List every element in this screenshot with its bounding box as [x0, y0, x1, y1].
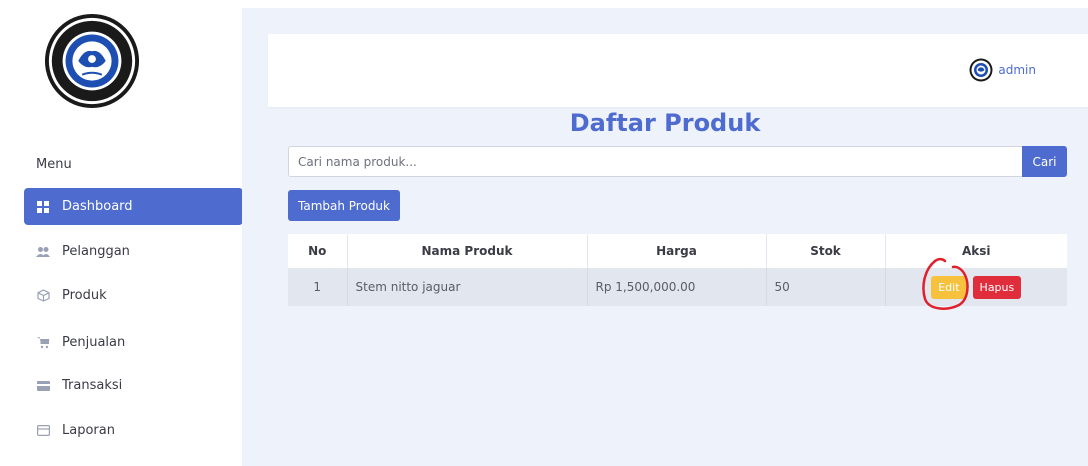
- cell-harga: Rp 1,500,000.00: [587, 268, 767, 306]
- table-row: 1 Stem nitto jaguar Rp 1,500,000.00 50 E…: [288, 268, 1067, 306]
- delete-button[interactable]: Hapus: [972, 275, 1022, 299]
- column-header-harga: Harga: [587, 234, 767, 268]
- sidebar-item-produk[interactable]: Produk: [24, 277, 243, 314]
- column-header-no: No: [288, 234, 348, 268]
- table-header-row: No Nama Produk Harga Stok Aksi: [288, 234, 1067, 268]
- add-product-button[interactable]: Tambah Produk: [288, 190, 400, 221]
- credit-card-icon: [36, 379, 50, 393]
- avatar: [969, 58, 993, 82]
- sidebar-item-label: Pelanggan: [62, 244, 130, 259]
- box-icon: [36, 289, 50, 303]
- sidebar-item-penjualan[interactable]: Penjualan: [24, 324, 243, 361]
- search-button[interactable]: Cari: [1022, 146, 1067, 177]
- cell-nama-produk: Stem nitto jaguar: [347, 268, 588, 306]
- search-input[interactable]: [288, 146, 1023, 177]
- school-logo: [44, 13, 140, 109]
- products-table: No Nama Produk Harga Stok Aksi 1 Stem ni…: [288, 234, 1067, 306]
- page-title: Daftar Produk: [569, 109, 761, 137]
- grid-icon: [36, 200, 50, 214]
- menu-heading: Menu: [36, 157, 72, 172]
- report-icon: [36, 424, 50, 438]
- sidebar-item-label: Transaksi: [62, 378, 123, 393]
- edit-button[interactable]: Edit: [931, 275, 967, 299]
- sidebar-item-label: Produk: [62, 288, 107, 303]
- column-header-stok: Stok: [766, 234, 886, 268]
- column-header-nama-produk: Nama Produk: [347, 234, 588, 268]
- sidebar-item-dashboard[interactable]: Dashboard: [24, 188, 243, 225]
- user-menu[interactable]: admin: [969, 58, 1036, 82]
- sidebar-item-laporan[interactable]: Laporan: [24, 412, 243, 449]
- sidebar-item-transaksi[interactable]: Transaksi: [24, 367, 243, 404]
- cell-aksi: Edit Hapus: [885, 268, 1067, 306]
- sidebar: Menu Dashboard Pelanggan Produk Penjuala…: [0, 0, 243, 466]
- topbar: admin: [268, 34, 1088, 107]
- sidebar-item-pelanggan[interactable]: Pelanggan: [24, 233, 243, 270]
- cart-icon: [36, 336, 50, 350]
- sidebar-item-label: Laporan: [62, 423, 115, 438]
- users-icon: [36, 245, 50, 259]
- username: admin: [998, 63, 1036, 77]
- column-header-aksi: Aksi: [961, 244, 991, 258]
- cell-stok: 50: [766, 268, 886, 306]
- main-content: admin Daftar Produk Cari Tambah Produk N…: [242, 8, 1088, 466]
- cell-no: 1: [288, 268, 348, 306]
- sidebar-item-label: Penjualan: [62, 335, 126, 350]
- sidebar-item-label: Dashboard: [62, 199, 133, 214]
